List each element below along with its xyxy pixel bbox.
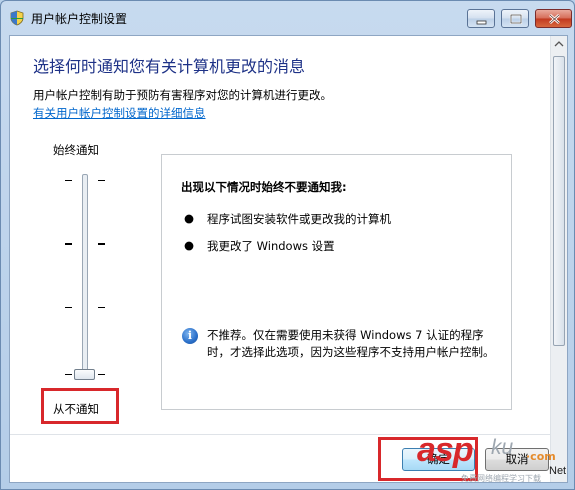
maximize-icon (509, 13, 523, 25)
slider-tick (65, 307, 72, 308)
slider-tick (98, 307, 105, 308)
uac-settings-window: 用户帐户控制设置 选择何时通知您有关计算机更改的消息 用户帐户控制有助于预防有害… (0, 0, 575, 490)
close-icon (549, 14, 560, 24)
slider-top-label: 始终通知 (53, 143, 99, 157)
setting-description-panel: 出现以下情况时始终不要通知我: ● 程序试图安装软件或更改我的计算机 ● 我更改… (161, 154, 512, 410)
notification-slider-track[interactable] (82, 174, 88, 379)
panel-heading: 出现以下情况时始终不要通知我: (181, 180, 347, 194)
page-heading: 选择何时通知您有关计算机更改的消息 (33, 57, 306, 76)
help-link[interactable]: 有关用户帐户控制设置的详细信息 (33, 105, 206, 121)
slider-tick (65, 243, 72, 245)
watermark-suffix: ku (491, 436, 514, 459)
bullet-item: 我更改了 Windows 设置 (207, 239, 335, 253)
slider-bottom-label: 从不通知 (53, 402, 99, 416)
slider-tick (98, 180, 105, 181)
panel-note: 不推荐。仅在需要使用未获得 Windows 7 认证的程序时，才选择此选项，因为… (207, 328, 495, 359)
vertical-scrollbar[interactable] (550, 36, 567, 482)
page-description: 用户帐户控制有助于预防有害程序对您的计算机进行更改。 (33, 88, 332, 102)
slider-tick (98, 243, 105, 245)
close-button[interactable] (535, 9, 572, 28)
bullet-item: 程序试图安装软件或更改我的计算机 (207, 212, 391, 226)
minimize-icon (476, 20, 487, 25)
scrollbar-thumb[interactable] (553, 56, 565, 346)
bullet-icon: ● (184, 211, 195, 225)
slider-tick (98, 374, 105, 375)
bullet-icon: ● (184, 238, 195, 252)
slider-tick (65, 180, 72, 181)
slider-tick (65, 374, 72, 375)
watermark-subtitle: 免费网络编程学习下载 (461, 474, 541, 483)
info-icon: i (182, 328, 198, 344)
watermark: asp ku ·com Net 免费网络编程学习下载 (401, 429, 571, 489)
maximize-button[interactable] (501, 9, 529, 28)
shield-icon (10, 10, 24, 26)
minimize-button[interactable] (467, 9, 495, 28)
watermark-tag: ·com (526, 450, 556, 463)
scroll-up-icon[interactable] (554, 40, 564, 48)
title-bar[interactable]: 用户帐户控制设置 (1, 1, 574, 35)
watermark-net: Net (549, 465, 567, 477)
content-area: 选择何时通知您有关计算机更改的消息 用户帐户控制有助于预防有害程序对您的计算机进… (9, 35, 568, 483)
window-title: 用户帐户控制设置 (31, 12, 128, 26)
notification-slider-thumb[interactable] (74, 369, 95, 380)
watermark-brand: asp (417, 431, 474, 469)
